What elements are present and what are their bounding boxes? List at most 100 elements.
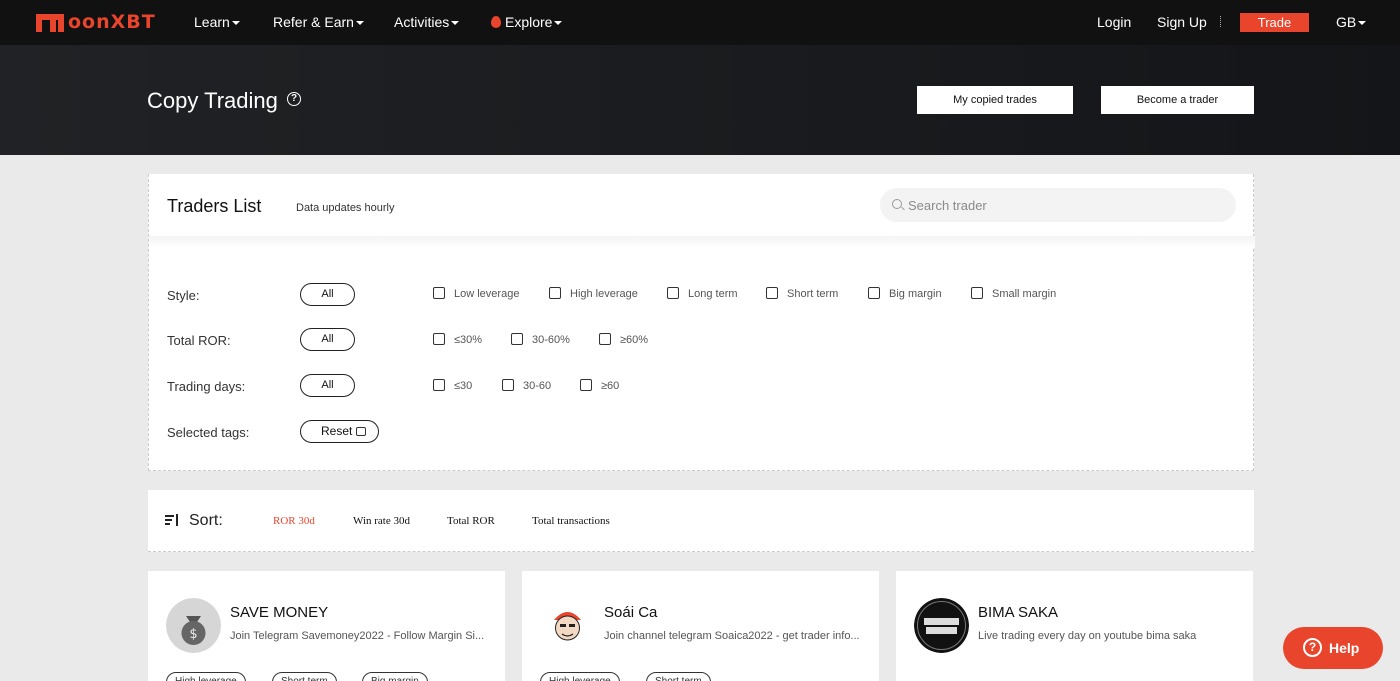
nav-explore-label: Explore [505, 14, 553, 30]
trader-description: Join channel telegram Soaica2022 - get t… [604, 630, 860, 642]
nav-refer-earn[interactable]: Refer & Earn [273, 14, 364, 30]
avatar [540, 598, 595, 653]
chevron-down-icon [355, 21, 364, 25]
sort-icon [165, 514, 179, 526]
signup-link[interactable]: Sign Up [1157, 14, 1207, 30]
checkbox-label: Long term [688, 288, 738, 300]
search-icon [892, 199, 902, 209]
help-label: Help [1329, 640, 1360, 656]
checkbox-label: ≥60% [620, 334, 649, 346]
ror-all-button[interactable]: All [300, 328, 355, 351]
trader-card[interactable]: Soái Ca Join channel telegram Soaica2022… [522, 571, 879, 681]
trader-card[interactable]: $ SAVE MONEY Join Telegram Savemoney2022… [148, 571, 505, 681]
days-mid-checkbox[interactable]: 30-60 [502, 379, 551, 392]
checkbox-box [868, 287, 880, 299]
svg-text:$: $ [189, 627, 197, 642]
region-selector[interactable]: GB [1336, 14, 1367, 30]
money-bag-avatar-icon: $ [166, 598, 221, 653]
avatar: $ [166, 598, 221, 653]
data-update-note: Data updates hourly [296, 202, 395, 214]
top-navbar: oonXBT Learn Refer & Earn Activities Exp… [0, 0, 1400, 45]
chevron-down-icon [1358, 21, 1367, 25]
sort-ror-30d[interactable]: ROR 30d [273, 515, 315, 527]
become-trader-button[interactable]: Become a trader [1101, 86, 1254, 114]
ror-mid-checkbox[interactable]: 30-60% [511, 333, 570, 346]
trading-days-label: Trading days: [167, 379, 246, 394]
traders-filter-panel: Traders List Data updates hourly Style: … [148, 174, 1255, 471]
trader-description: Live trading every day on youtube bima s… [978, 630, 1197, 642]
trader-tag: Short term [646, 672, 711, 681]
trader-name: BIMA SAKA [978, 604, 1059, 621]
chevron-down-icon [451, 21, 460, 25]
ror-low-checkbox[interactable]: ≤30% [433, 333, 482, 346]
sort-win-rate-30d[interactable]: Win rate 30d [353, 515, 410, 527]
ror-label: Total ROR: [167, 333, 231, 348]
traders-list-title: Traders List [167, 196, 262, 216]
my-copied-trades-button[interactable]: My copied trades [917, 86, 1073, 114]
ror-high-checkbox[interactable]: ≥60% [599, 333, 648, 346]
checkbox-label: Low leverage [454, 288, 520, 300]
checkbox-label: Big margin [889, 288, 942, 300]
trader-name: SAVE MONEY [230, 604, 329, 621]
chevron-down-icon [554, 21, 563, 25]
days-high-checkbox[interactable]: ≥60 [580, 379, 619, 392]
checkbox-box [599, 333, 611, 345]
avatar [914, 598, 969, 653]
question-circle-icon: ? [1303, 638, 1322, 657]
sort-total-ror[interactable]: Total ROR [447, 515, 495, 527]
trader-tag: Short term [272, 672, 337, 681]
checkbox-label: ≥60 [601, 380, 620, 392]
sort-label: Sort: [189, 512, 223, 529]
days-low-checkbox[interactable]: ≤30 [433, 379, 472, 392]
checkbox-box [971, 287, 983, 299]
flame-icon [491, 16, 501, 28]
nav-activities[interactable]: Activities [394, 14, 460, 30]
region-label: GB [1336, 14, 1357, 30]
trader-tag: High leverage [540, 672, 620, 681]
login-link[interactable]: Login [1097, 14, 1131, 30]
trade-button[interactable]: Trade [1240, 13, 1309, 32]
trader-name: Soái Ca [604, 604, 658, 621]
checkbox-box [433, 333, 445, 345]
checkbox-label: Short term [787, 288, 839, 300]
style-short-term-checkbox[interactable]: Short term [766, 287, 838, 300]
checkbox-box [502, 379, 514, 391]
reset-icon [356, 427, 366, 436]
logo-text: oonXBT [68, 11, 156, 33]
help-button[interactable]: ? Help [1283, 627, 1383, 669]
nav-learn-label: Learn [194, 14, 230, 30]
days-all-button[interactable]: All [300, 374, 355, 397]
chevron-down-icon [231, 21, 240, 25]
nav-explore[interactable]: Explore [491, 14, 563, 30]
nav-divider [1220, 16, 1221, 27]
checkbox-label: 30-60% [532, 334, 570, 346]
selected-tags-label: Selected tags: [167, 425, 250, 440]
checkbox-label: ≤30% [454, 334, 483, 346]
search-input[interactable] [908, 188, 1228, 222]
search-box [880, 188, 1236, 222]
checkbox-box [433, 379, 445, 391]
nav-learn[interactable]: Learn [194, 14, 240, 30]
checkbox-box [549, 287, 561, 299]
style-high-leverage-checkbox[interactable]: High leverage [549, 287, 638, 300]
brand-logo[interactable]: oonXBT [36, 11, 156, 33]
trader-tag: High leverage [166, 672, 246, 681]
checkbox-label: High leverage [570, 288, 638, 300]
style-low-leverage-checkbox[interactable]: Low leverage [433, 287, 519, 300]
question-circle-icon[interactable]: ? [287, 92, 301, 106]
trader-description: Join Telegram Savemoney2022 - Follow Mar… [230, 630, 485, 642]
reset-button[interactable]: Reset [300, 420, 379, 443]
sort-total-transactions[interactable]: Total transactions [532, 515, 610, 527]
checkbox-label: Small margin [992, 288, 1057, 300]
trader-card[interactable]: BIMA SAKA Live trading every day on yout… [896, 571, 1253, 681]
style-long-term-checkbox[interactable]: Long term [667, 287, 738, 300]
logo-mark-icon [36, 12, 66, 32]
style-small-margin-checkbox[interactable]: Small margin [971, 287, 1056, 300]
page-title: Copy Trading [147, 88, 278, 113]
style-big-margin-checkbox[interactable]: Big margin [868, 287, 942, 300]
checkbox-box [511, 333, 523, 345]
sort-bar: Sort: ROR 30d Win rate 30d Total ROR Tot… [148, 490, 1254, 552]
style-all-button[interactable]: All [300, 283, 355, 306]
checkbox-box [766, 287, 778, 299]
checkbox-box [580, 379, 592, 391]
